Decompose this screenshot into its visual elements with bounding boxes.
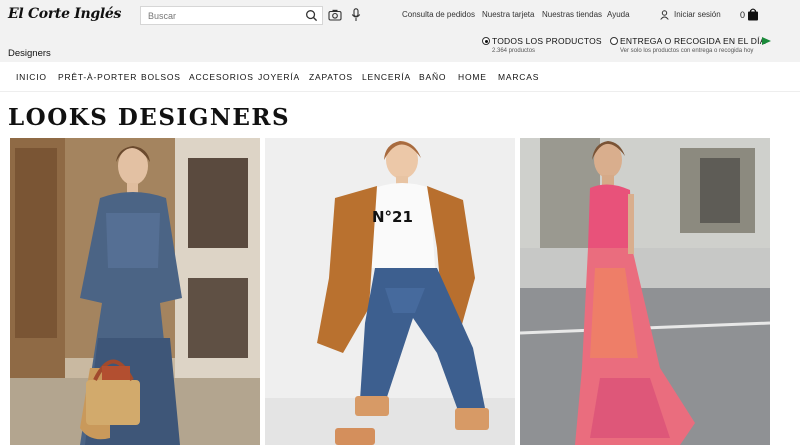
look-card-2[interactable]: N°21 <box>265 138 515 445</box>
nav-item-home[interactable]: HOME <box>458 72 487 82</box>
main-nav: INICIO PRÊT-À-PORTER BOLSOS ACCESORIOS J… <box>0 62 800 92</box>
cart-count: 0 <box>740 10 746 20</box>
filter-all-products-count: 2.364 productos <box>492 48 536 54</box>
logo[interactable]: El Corte Inglés <box>8 6 121 22</box>
look-image-3[interactable] <box>520 138 770 445</box>
nav-item-lenceria[interactable]: LENCERÍA <box>362 72 411 82</box>
nav-item-accesorios[interactable]: ACCESORIOS <box>189 72 254 82</box>
radio-same-day[interactable] <box>610 37 618 45</box>
nav-item-bolsos[interactable]: BOLSOS <box>141 72 181 82</box>
login-button[interactable]: Iniciar sesión <box>660 10 721 20</box>
search-input[interactable] <box>148 9 298 22</box>
nav-item-pret-a-porter[interactable]: PRÊT-À-PORTER <box>58 72 137 82</box>
link-nuestra-tarjeta[interactable]: Nuestra tarjeta <box>482 10 534 19</box>
camera-icon[interactable] <box>328 9 342 21</box>
microphone-icon[interactable] <box>351 8 361 22</box>
user-icon <box>660 10 669 20</box>
page-breadcrumb-title: Designers <box>8 48 51 59</box>
radio-all-products[interactable] <box>482 37 490 45</box>
look-image-1[interactable] <box>10 138 260 445</box>
page-title: LOOKS DESIGNERS <box>8 104 291 131</box>
filter-all-products-label: TODOS LOS PRODUCTOS <box>492 36 602 46</box>
nav-item-inicio[interactable]: INICIO <box>16 72 47 82</box>
flag-icon <box>762 37 771 45</box>
filter-same-day-label: ENTREGA O RECOGIDA EN EL DÍA <box>620 36 766 46</box>
look-image-2[interactable] <box>265 138 515 445</box>
link-consulta-pedidos[interactable]: Consulta de pedidos <box>402 10 475 19</box>
nav-item-joyeria[interactable]: JOYERÍA <box>258 72 300 82</box>
look-card-3[interactable] <box>520 138 770 445</box>
shopping-bag-icon[interactable] <box>747 8 759 21</box>
search-box[interactable] <box>140 6 323 25</box>
top-bar: El Corte Inglés Consulta de pedidos Nues… <box>0 0 800 62</box>
link-nuestras-tiendas[interactable]: Nuestras tiendas <box>542 10 602 19</box>
nav-item-zapatos[interactable]: ZAPATOS <box>309 72 353 82</box>
search-icon[interactable] <box>305 9 318 22</box>
nav-item-marcas[interactable]: MARCAS <box>498 72 539 82</box>
login-label: Iniciar sesión <box>674 10 721 19</box>
shirt-print: N°21 <box>372 208 413 226</box>
look-card-1[interactable] <box>10 138 260 445</box>
filter-same-day-description: Ver solo los productos con entrega o rec… <box>620 48 754 54</box>
link-ayuda[interactable]: Ayuda <box>607 10 630 19</box>
nav-item-bano[interactable]: BAÑO <box>419 72 446 82</box>
